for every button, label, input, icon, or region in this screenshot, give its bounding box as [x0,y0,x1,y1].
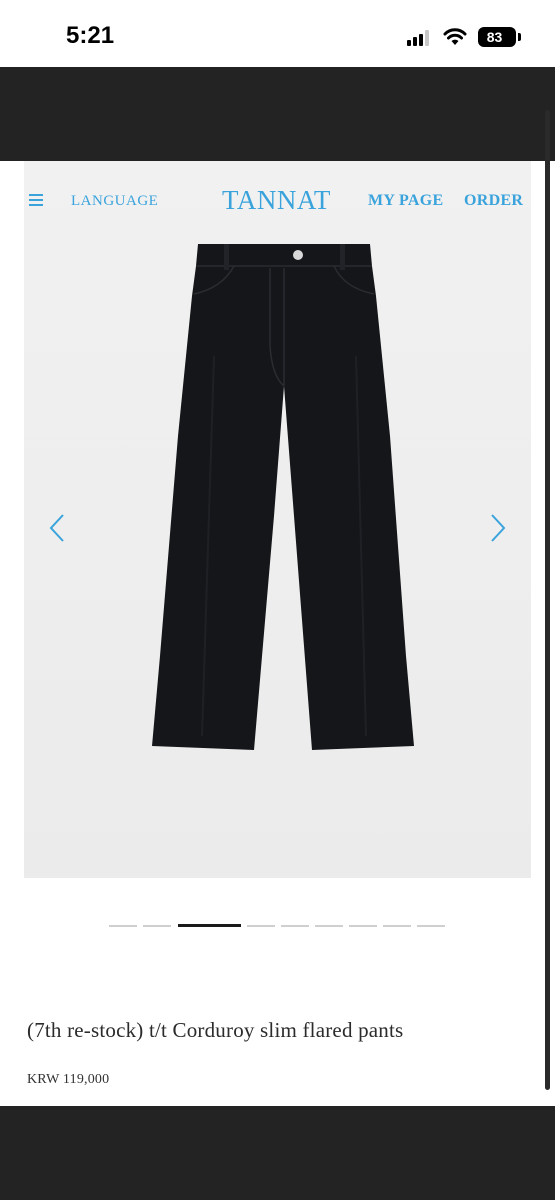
pagination-dot[interactable] [143,925,171,927]
menu-icon[interactable] [29,194,43,206]
nav-language[interactable]: LANGUAGE [71,193,158,210]
pagination-dot[interactable] [349,925,377,927]
pagination-dot-active[interactable] [178,924,241,927]
pagination-dot[interactable] [315,925,343,927]
pagination-dot[interactable] [281,925,309,927]
signal-icon [407,30,433,46]
product-title: (7th re-stock) t/t Corduroy slim flared … [27,1018,404,1042]
pagination-dot[interactable] [247,925,275,927]
page-margin-right [531,161,555,1106]
wifi-icon [443,28,467,45]
battery-level: 83 [486,29,503,45]
browser-bottom-frame [0,1106,555,1200]
site-nav: LANGUAGE TANNAT MY PAGE ORDER [24,161,531,241]
nav-order[interactable]: ORDER [464,192,523,210]
chevron-left-icon[interactable] [45,511,69,545]
product-gallery[interactable]: LANGUAGE TANNAT MY PAGE ORDER [24,161,531,878]
pagination-dot[interactable] [383,925,411,927]
chevron-right-icon[interactable] [486,511,510,545]
status-time: 5:21 [66,22,115,49]
product-price: KRW 119,000 [27,1072,110,1087]
scrollbar[interactable] [545,110,550,1090]
nav-my-page[interactable]: MY PAGE [368,192,443,210]
gallery-pagination [0,924,555,928]
browser-top-frame [0,67,555,161]
brand-logo[interactable]: TANNAT [222,185,331,216]
status-bar: 5:21 83 [0,0,555,67]
pagination-dot[interactable] [417,925,445,927]
page-margin-left [0,161,24,1106]
pagination-dot[interactable] [109,925,137,927]
product-image [152,244,414,750]
battery-icon: 83 [478,27,516,47]
battery-cap [518,33,521,41]
